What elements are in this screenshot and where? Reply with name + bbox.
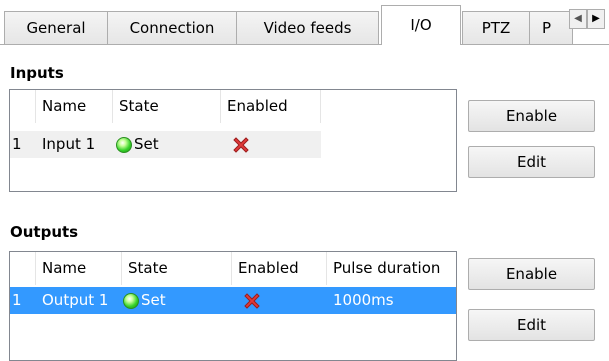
arrow-right-icon[interactable]: ▶	[587, 9, 605, 29]
row-pulse-duration: 1000ms	[333, 291, 394, 309]
outputs-enable-button[interactable]: Enable	[468, 258, 595, 290]
tab-video-feeds[interactable]: Video feeds	[236, 11, 379, 44]
table-row[interactable]: 1 Input 1 Set	[10, 131, 321, 158]
col-empty[interactable]	[321, 90, 456, 123]
row-state-label: Set	[134, 135, 159, 153]
red-x-icon	[244, 292, 260, 309]
col-enabled[interactable]: Enabled	[221, 90, 321, 123]
green-led-icon	[123, 292, 139, 309]
tab-scroll-buttons: ◀ ▶	[569, 9, 609, 29]
tab-connection[interactable]: Connection	[107, 11, 237, 44]
red-x-icon	[233, 136, 249, 153]
inputs-enable-button[interactable]: Enable	[468, 100, 595, 132]
table-row[interactable]: 1 Output 1 Set 1000ms	[10, 287, 456, 314]
col-state[interactable]: State	[122, 252, 232, 285]
col-name[interactable]: Name	[36, 90, 113, 123]
tab-general[interactable]: General	[4, 11, 108, 44]
tab-ptz[interactable]: PTZ	[462, 11, 530, 44]
col-index[interactable]	[10, 252, 36, 285]
outputs-list[interactable]: Name State Enabled Pulse duration 1 Outp…	[9, 251, 457, 361]
col-name[interactable]: Name	[36, 252, 122, 285]
tab-io[interactable]: I/O	[381, 5, 461, 45]
col-pulse-duration[interactable]: Pulse duration	[327, 252, 456, 285]
col-state[interactable]: State	[113, 90, 221, 123]
row-index: 1	[12, 291, 22, 309]
inputs-title: Inputs	[10, 64, 64, 82]
row-name: Input 1	[42, 135, 96, 153]
row-state: Set	[113, 131, 221, 158]
row-state: Set	[122, 287, 232, 314]
row-index: 1	[12, 135, 22, 153]
inputs-edit-button[interactable]: Edit	[468, 146, 595, 178]
col-enabled[interactable]: Enabled	[232, 252, 327, 285]
tab-bar: General Connection Video feeds I/O PTZ P…	[0, 0, 609, 46]
tab-p-truncated[interactable]: P	[529, 11, 573, 44]
outputs-edit-button[interactable]: Edit	[468, 309, 595, 341]
arrow-left-icon[interactable]: ◀	[569, 9, 587, 29]
row-name: Output 1	[42, 291, 109, 309]
row-state-label: Set	[141, 291, 166, 309]
outputs-title: Outputs	[10, 223, 79, 241]
inputs-list[interactable]: Name State Enabled 1 Input 1 Set	[9, 89, 457, 192]
row-enabled	[221, 131, 321, 158]
col-index[interactable]	[10, 90, 36, 123]
outputs-list-header: Name State Enabled Pulse duration	[10, 252, 456, 285]
row-enabled	[232, 287, 327, 314]
inputs-list-header: Name State Enabled	[10, 90, 456, 123]
green-led-icon	[116, 136, 132, 153]
tab-baseline	[0, 44, 609, 45]
